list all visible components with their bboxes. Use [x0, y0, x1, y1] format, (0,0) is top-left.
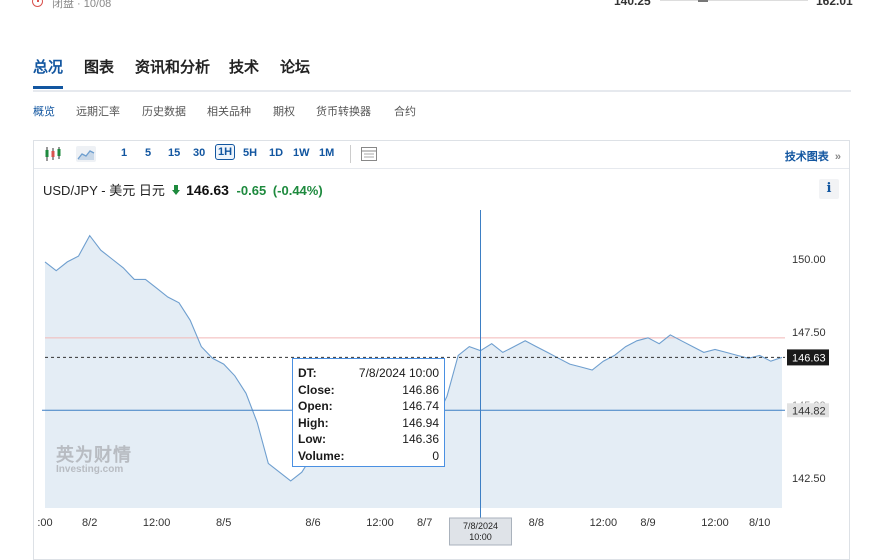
y-tick-label: 147.50	[792, 327, 826, 339]
tooltip-key: Close:	[298, 382, 335, 397]
tooltip-key: Low:	[298, 432, 326, 447]
x-tick-label: 12:00	[143, 517, 171, 529]
x-tick-label: 8/2	[82, 517, 97, 529]
tooltip-key: DT:	[298, 366, 317, 380]
x-tick-label: 12:00	[366, 517, 394, 529]
x-tick-label: 8/9	[640, 517, 655, 529]
x-tick-label: 12:00	[701, 517, 729, 529]
x-tick-label: 8/7	[417, 517, 432, 529]
tooltip-value: 146.94	[402, 415, 439, 430]
hline-price-label: 144.82	[792, 405, 826, 417]
tooltip-row: High: 146.94	[298, 416, 439, 433]
tooltip-row: Volume: 0	[298, 449, 439, 466]
y-tick-label: 150.00	[792, 254, 826, 266]
x-tick-label: 12:00	[590, 517, 618, 529]
x-tick-label: 8/5	[216, 517, 231, 529]
x-tick-label: 8/8	[529, 517, 544, 529]
tooltip-value: 146.86	[402, 382, 439, 397]
tooltip-key: High:	[298, 415, 329, 430]
x-tick-label: :00	[37, 517, 52, 529]
tooltip-row: DT: 7/8/2024 10:00	[298, 366, 439, 383]
tooltip-value: 0	[432, 448, 439, 463]
x-tick-label: 8/6	[305, 517, 320, 529]
tooltip-key: Volume:	[298, 448, 345, 463]
tooltip-row: Open: 146.74	[298, 399, 439, 416]
y-tick-label: 142.50	[792, 473, 826, 485]
tooltip-row: Low: 146.36	[298, 432, 439, 449]
watermark-en: Investing.com	[56, 464, 124, 475]
tooltip-row: Close: 146.86	[298, 383, 439, 400]
tooltip-value: 7/8/2024 10:00	[358, 366, 439, 380]
investing-logo: 英为财情 Investing.com	[56, 441, 132, 475]
last-price-label: 146.63	[792, 352, 826, 364]
crosshair-date-label: 10:00	[469, 532, 492, 542]
crosshair-date-label: 7/8/2024	[463, 521, 498, 531]
chart-tooltip: DT: 7/8/2024 10:00 Close: 146.86 Open: 146.…	[292, 358, 445, 467]
tooltip-value: 146.74	[402, 399, 439, 414]
tooltip-key: Open:	[298, 399, 333, 414]
x-tick-label: 8/10	[749, 517, 770, 529]
tooltip-value: 146.36	[402, 432, 439, 447]
